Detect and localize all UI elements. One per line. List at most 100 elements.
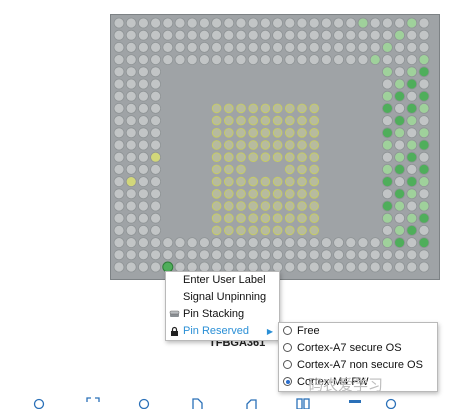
pin-ball[interactable] xyxy=(138,249,149,261)
pin-ball[interactable] xyxy=(235,42,247,53)
pin-ball[interactable] xyxy=(138,66,149,78)
pin-ball[interactable] xyxy=(272,189,283,199)
pin-ball[interactable] xyxy=(236,213,246,224)
pin-ball[interactable] xyxy=(333,17,345,29)
pin-ball[interactable] xyxy=(272,29,284,41)
pin-ball[interactable] xyxy=(381,261,393,273)
pin-ball[interactable] xyxy=(150,212,161,224)
pin-ball[interactable] xyxy=(211,213,222,224)
pin-ball[interactable] xyxy=(285,225,295,236)
pin-ball[interactable] xyxy=(199,237,210,249)
pin-ball[interactable] xyxy=(418,90,430,102)
pin-ball[interactable] xyxy=(235,29,247,41)
pin-ball[interactable] xyxy=(272,213,283,224)
pin-ball[interactable] xyxy=(320,237,332,249)
pin-ball[interactable] xyxy=(369,261,381,273)
pin-ball[interactable] xyxy=(285,152,295,163)
pin-ball[interactable] xyxy=(150,188,161,200)
pin-ball[interactable] xyxy=(174,29,186,41)
pin-ball[interactable] xyxy=(394,139,406,151)
pin-ball[interactable] xyxy=(211,140,222,150)
pin-ball[interactable] xyxy=(394,237,406,249)
pin-ball[interactable] xyxy=(333,54,345,65)
pin-ball[interactable] xyxy=(406,188,418,200)
pin-ball[interactable] xyxy=(150,78,161,90)
pin-ball[interactable] xyxy=(285,140,295,150)
pin-ball[interactable] xyxy=(394,261,406,273)
pin-ball[interactable] xyxy=(406,115,418,126)
pin-ball[interactable] xyxy=(308,29,320,41)
pin-ball[interactable] xyxy=(394,78,406,90)
pin-ball[interactable] xyxy=(174,42,186,53)
pin-ball[interactable] xyxy=(345,42,357,53)
pin-ball[interactable] xyxy=(260,189,271,199)
pin-ball[interactable] xyxy=(211,103,222,114)
pin-ball[interactable] xyxy=(113,139,125,151)
pin-ball[interactable] xyxy=(320,249,332,261)
zoom-in-icon[interactable] xyxy=(33,396,47,410)
pin-ball[interactable] xyxy=(174,17,186,29)
pin-ball[interactable] xyxy=(272,152,283,163)
pin-ball[interactable] xyxy=(369,249,381,261)
pin-ball[interactable] xyxy=(211,115,222,126)
pin-ball[interactable] xyxy=(381,212,393,224)
pin-ball[interactable] xyxy=(333,249,345,261)
pin-ball[interactable] xyxy=(125,249,137,261)
pin-ball[interactable] xyxy=(285,103,295,114)
pin-ball[interactable] xyxy=(211,29,222,41)
pin-ball[interactable] xyxy=(418,188,430,200)
pin-ball[interactable] xyxy=(125,139,137,151)
pin-ball[interactable] xyxy=(150,17,161,29)
pin-ball[interactable] xyxy=(224,201,234,211)
pin-ball[interactable] xyxy=(138,224,149,236)
pin-ball[interactable] xyxy=(284,17,296,29)
pin-ball[interactable] xyxy=(406,249,418,261)
pin-ball[interactable] xyxy=(150,54,161,65)
pin-ball[interactable] xyxy=(260,103,271,114)
pin-ball[interactable] xyxy=(259,29,271,41)
pin-ball[interactable] xyxy=(260,115,271,126)
pin-ball[interactable] xyxy=(272,103,283,114)
pin-ball[interactable] xyxy=(211,128,222,138)
pin-ball[interactable] xyxy=(309,189,320,199)
pin-ball[interactable] xyxy=(296,249,308,261)
pin-ball[interactable] xyxy=(236,189,246,199)
pin-ball[interactable] xyxy=(381,17,393,29)
pin-ball[interactable] xyxy=(113,127,125,139)
pin-ball[interactable] xyxy=(418,151,430,163)
pin-ball[interactable] xyxy=(309,225,320,236)
pin-ball[interactable] xyxy=(296,17,308,29)
pin-ball[interactable] xyxy=(406,237,418,249)
pin-ball[interactable] xyxy=(381,90,393,102)
grid-icon[interactable] xyxy=(348,396,362,408)
menu-item-signal-unpinning[interactable]: Signal Unpinning xyxy=(166,289,279,306)
pin-ball[interactable] xyxy=(381,127,393,139)
pin-ball[interactable] xyxy=(260,201,271,211)
pin-ball[interactable] xyxy=(247,54,259,65)
pin-ball[interactable] xyxy=(125,29,137,41)
pin-ball[interactable] xyxy=(174,237,186,249)
pin-ball[interactable] xyxy=(125,237,137,249)
pin-ball[interactable] xyxy=(418,103,430,114)
pin-ball[interactable] xyxy=(381,54,393,65)
pin-ball[interactable] xyxy=(260,140,271,150)
pin-ball[interactable] xyxy=(113,115,125,126)
pin-ball[interactable] xyxy=(150,261,161,273)
pin-ball[interactable] xyxy=(125,151,137,163)
pin-ball[interactable] xyxy=(150,90,161,102)
pin-ball[interactable] xyxy=(418,212,430,224)
option-cortex-a7-non-secure[interactable]: Cortex-A7 non secure OS xyxy=(279,357,437,374)
pin-ball[interactable] xyxy=(247,29,259,41)
pin-ball[interactable] xyxy=(125,224,137,236)
pin-ball[interactable] xyxy=(418,29,430,41)
pin-ball[interactable] xyxy=(309,213,320,224)
pin-ball[interactable] xyxy=(418,261,430,273)
pin-ball[interactable] xyxy=(418,66,430,78)
pin-ball[interactable] xyxy=(406,139,418,151)
pin-ball[interactable] xyxy=(394,17,406,29)
pin-ball[interactable] xyxy=(394,224,406,236)
pin-ball[interactable] xyxy=(113,29,125,41)
pin-ball[interactable] xyxy=(247,237,259,249)
pin-ball[interactable] xyxy=(406,29,418,41)
pin-ball[interactable] xyxy=(150,42,161,53)
